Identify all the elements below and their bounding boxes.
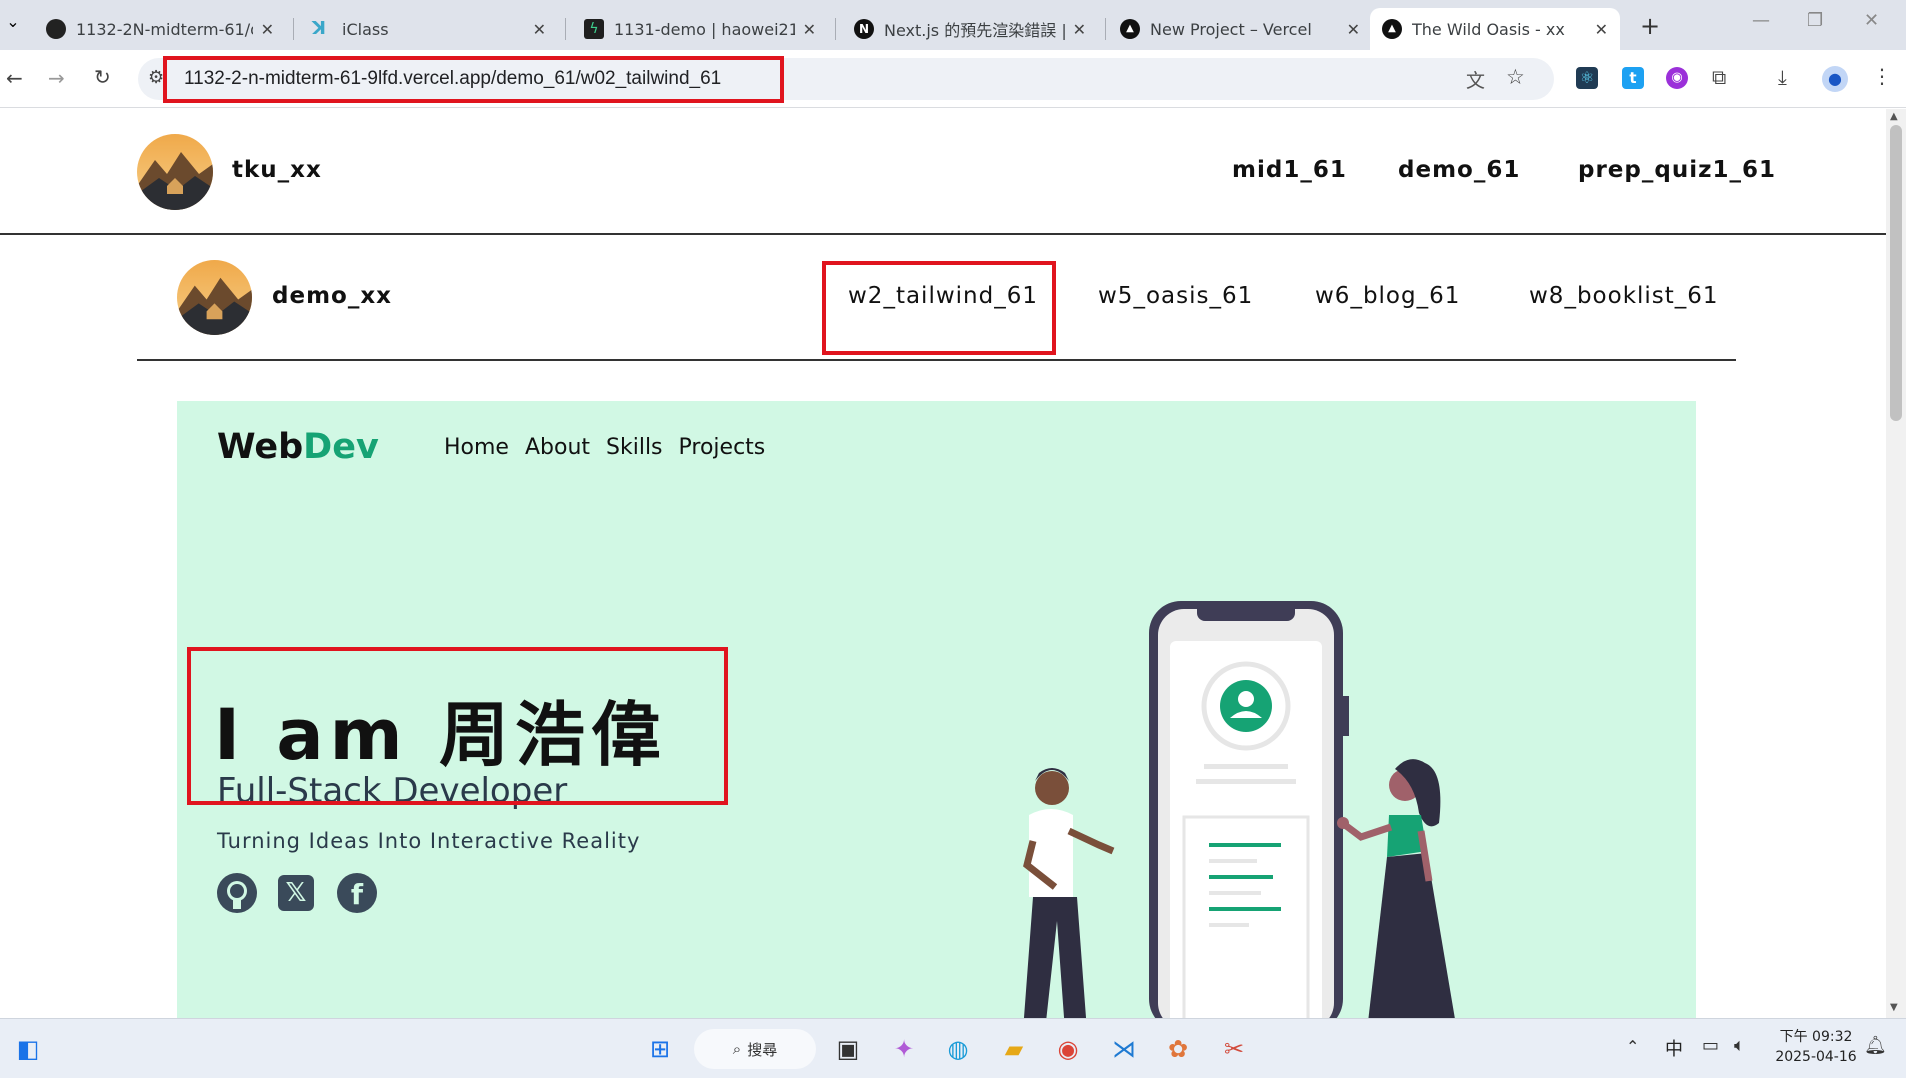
- developer-illustration: [1023, 601, 1455, 1018]
- volume-icon[interactable]: 🔈︎: [1734, 1035, 1745, 1056]
- menu-kebab-icon[interactable]: ⋮: [1872, 64, 1892, 88]
- tab-wild-oasis[interactable]: ▲ The Wild Oasis - xx ✕: [1370, 8, 1620, 50]
- tab-title: iClass: [342, 19, 389, 39]
- snipping-tool-icon[interactable]: ✂: [1214, 1029, 1254, 1069]
- close-icon[interactable]: ✕: [533, 20, 546, 39]
- browser-toolbar: ← → ↻ ⚙ 文 ☆ 1132-2-n-midterm-61-9lfd.ver…: [0, 50, 1906, 108]
- hero-section: WebDev Home About Skills Projects I am 周…: [177, 401, 1696, 1018]
- tab-title: 1131-demo | haowei212: [614, 19, 795, 39]
- extension-t-icon[interactable]: t: [1622, 67, 1644, 89]
- demo-link-w5-oasis[interactable]: w5_oasis_61: [1098, 283, 1253, 309]
- close-window-icon[interactable]: ✕: [1864, 10, 1879, 31]
- site-info-icon[interactable]: ⚙: [148, 67, 164, 88]
- translate-icon[interactable]: 文: [1466, 66, 1485, 93]
- widgets-icon[interactable]: ◧: [8, 1029, 48, 1069]
- task-view-icon[interactable]: ▣: [828, 1029, 868, 1069]
- logo-dev: Dev: [303, 427, 379, 467]
- demo-link-w6-blog[interactable]: w6_blog_61: [1315, 283, 1460, 309]
- close-icon[interactable]: ✕: [803, 20, 816, 39]
- file-explorer-icon[interactable]: ▰: [994, 1029, 1034, 1069]
- start-windows-icon[interactable]: ⊞: [640, 1029, 680, 1069]
- hero-nav: Home About Skills Projects: [444, 435, 765, 460]
- scroll-down-icon[interactable]: ▼: [1890, 1002, 1898, 1013]
- demo-link-w8-booklist[interactable]: w8_booklist_61: [1529, 283, 1719, 309]
- logo-web: Web: [217, 427, 304, 467]
- search-label: 搜尋: [747, 1040, 778, 1059]
- vercel-icon: ▲: [1120, 19, 1140, 39]
- tab-title: New Project – Vercel: [1150, 19, 1312, 39]
- scrollbar-thumb[interactable]: [1890, 125, 1902, 421]
- supabase-icon: ϟ: [584, 19, 604, 39]
- restore-icon[interactable]: ❐: [1807, 10, 1823, 31]
- iclass-icon: ꓘ: [312, 18, 326, 39]
- highlight-box-url: [163, 56, 784, 103]
- site-brand[interactable]: tku_xx: [232, 157, 322, 183]
- clock[interactable]: 下午 09:32 2025-04-16: [1772, 1027, 1860, 1067]
- close-icon[interactable]: ✕: [261, 20, 274, 39]
- tab-supabase[interactable]: ϟ 1131-demo | haowei212 ✕: [572, 8, 828, 50]
- tab-title: Next.js 的預先渲染錯誤 | N: [884, 21, 1065, 40]
- tab-vercel-new-project[interactable]: ▲ New Project – Vercel ✕: [1108, 8, 1372, 50]
- search-icon: ⌕: [732, 1040, 742, 1058]
- close-icon[interactable]: ✕: [1347, 20, 1360, 39]
- nextjs-icon: N: [854, 19, 874, 39]
- tab-iclass[interactable]: ꓘ iClass ✕: [300, 8, 558, 50]
- extensions-puzzle-icon[interactable]: ⧉: [1712, 65, 1726, 89]
- demo-logo[interactable]: [177, 260, 252, 335]
- new-tab-icon[interactable]: +: [1640, 12, 1660, 40]
- site-logo[interactable]: [137, 134, 213, 210]
- chrome-icon[interactable]: ◉: [1048, 1029, 1088, 1069]
- highlight-box-w2: [822, 261, 1056, 355]
- profile-avatar-icon[interactable]: ●: [1822, 66, 1848, 92]
- reload-icon[interactable]: ↻: [94, 65, 111, 89]
- nav-link-prep-quiz1[interactable]: prep_quiz1_61: [1578, 157, 1776, 183]
- demo-brand[interactable]: demo_xx: [272, 283, 392, 309]
- clock-date: 2025-04-16: [1775, 1049, 1857, 1065]
- facebook-icon[interactable]: f: [337, 873, 377, 913]
- show-hidden-icons-chevron-icon[interactable]: ⌃: [1626, 1037, 1639, 1056]
- webdev-logo[interactable]: WebDev: [217, 427, 379, 467]
- tab-search-chevron-icon[interactable]: ⌄: [2, 12, 24, 36]
- hero-nav-skills[interactable]: Skills: [606, 435, 663, 460]
- tab-title: 1132-2N-midterm-61/qu: [76, 19, 253, 39]
- tab-github[interactable]: 1132-2N-midterm-61/qu ✕: [34, 8, 286, 50]
- ime-indicator[interactable]: 中: [1665, 1035, 1683, 1061]
- demo-divider: [137, 359, 1736, 361]
- x-icon[interactable]: 𝕏: [278, 875, 314, 911]
- tab-nextjs[interactable]: N Next.js 的預先渲染錯誤 | N ✕: [842, 8, 1098, 50]
- highlight-box-heading: [187, 647, 728, 805]
- forward-icon[interactable]: →: [48, 66, 65, 90]
- vercel-icon: ▲: [1382, 19, 1402, 39]
- tab-title: The Wild Oasis - xx: [1412, 19, 1565, 39]
- minimize-icon[interactable]: —: [1752, 10, 1770, 31]
- bookmark-star-icon[interactable]: ☆: [1506, 65, 1525, 89]
- copilot-icon[interactable]: ✦: [884, 1029, 924, 1069]
- hero-nav-projects[interactable]: Projects: [679, 435, 766, 460]
- back-icon[interactable]: ←: [6, 66, 23, 90]
- notification-bell-icon[interactable]: 🔔︎: [1864, 1035, 1887, 1056]
- vscode-icon[interactable]: ⋊: [1104, 1029, 1144, 1069]
- close-icon[interactable]: ✕: [1073, 20, 1086, 39]
- hero-nav-home[interactable]: Home: [444, 435, 509, 460]
- header-divider: [0, 233, 1886, 235]
- nav-link-demo[interactable]: demo_61: [1398, 157, 1520, 183]
- github-icon[interactable]: [217, 873, 257, 913]
- scroll-up-icon[interactable]: ▲: [1890, 111, 1898, 122]
- tab-strip: ⌄ 1132-2N-midterm-61/qu ✕ ꓘ iClass ✕ ϟ 1…: [0, 0, 1906, 50]
- edge-icon[interactable]: ◍: [938, 1029, 978, 1069]
- github-icon: [46, 19, 66, 39]
- extension-purple-icon[interactable]: ◉: [1666, 67, 1688, 89]
- taskbar-search[interactable]: ⌕ 搜尋: [694, 1029, 816, 1069]
- hero-nav-about[interactable]: About: [525, 435, 590, 460]
- download-icon[interactable]: ⤓: [1778, 65, 1787, 89]
- hero-tagline: Turning Ideas Into Interactive Reality: [217, 829, 641, 853]
- nav-link-mid1[interactable]: mid1_61: [1232, 157, 1347, 183]
- page-viewport: tku_xx mid1_61 demo_61 prep_quiz1_61 dem…: [0, 109, 1886, 1018]
- paint-icon[interactable]: ✿: [1158, 1029, 1198, 1069]
- close-icon[interactable]: ✕: [1595, 20, 1608, 39]
- network-icon[interactable]: ▭: [1702, 1035, 1719, 1056]
- react-devtools-icon[interactable]: ⚛: [1576, 67, 1598, 89]
- windows-taskbar: ◧ ⊞ ⌕ 搜尋 ▣ ✦ ◍ ▰ ◉ ⋊ ✿ ✂ ⌃ 中 ▭ 🔈︎ 下午 09:3…: [0, 1018, 1906, 1078]
- clock-time: 下午 09:32: [1779, 1029, 1853, 1045]
